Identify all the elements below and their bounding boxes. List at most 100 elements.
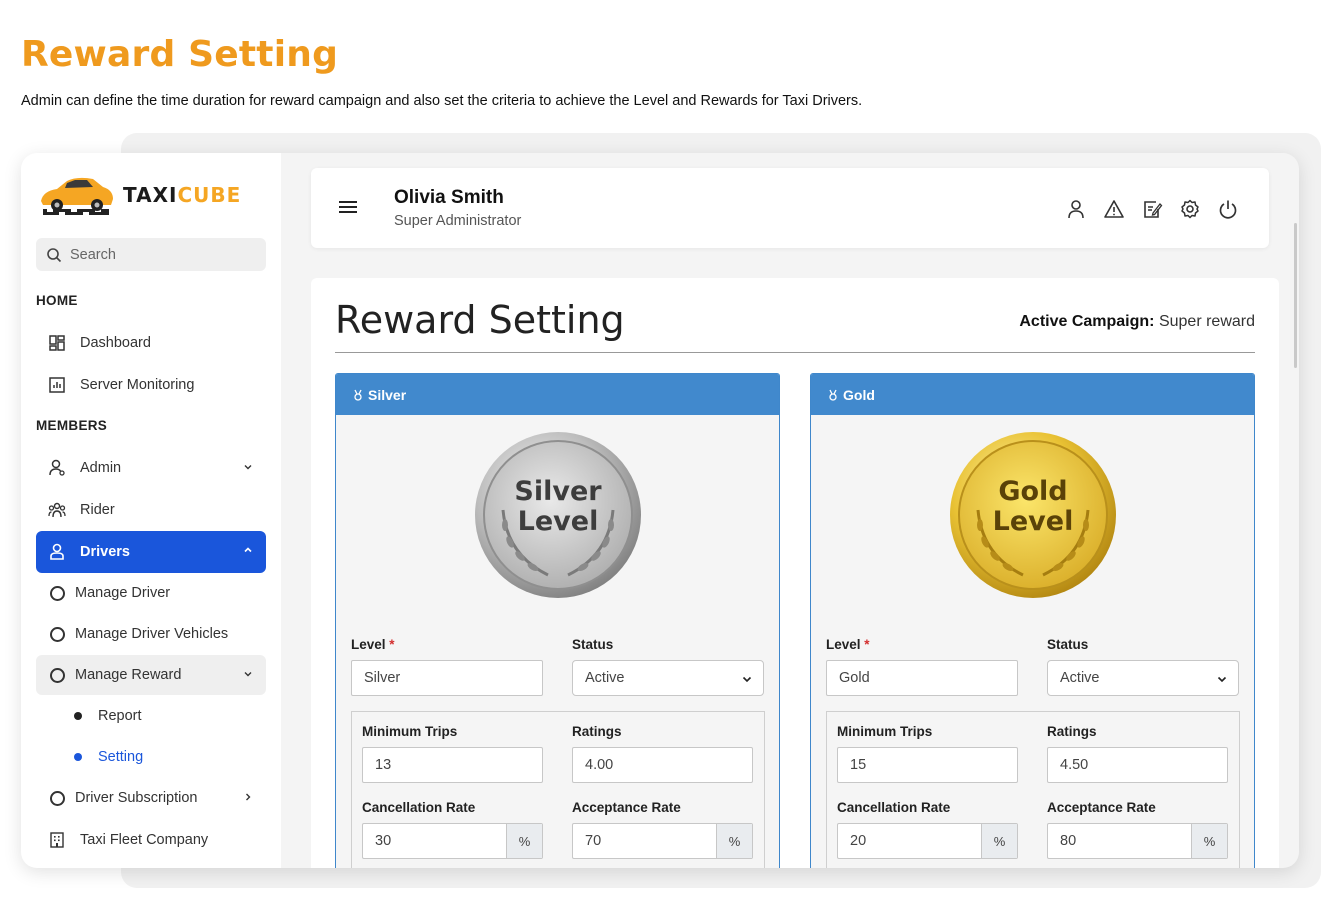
section-home: HOME: [36, 293, 78, 308]
menu-icon[interactable]: [339, 200, 357, 214]
level-label: Level *: [826, 637, 870, 652]
settings-icon[interactable]: [1179, 198, 1201, 220]
ratings-input[interactable]: 4.50: [1047, 747, 1228, 783]
status-select[interactable]: Active: [1047, 660, 1239, 696]
warning-icon[interactable]: [1103, 198, 1125, 220]
medal-text: Level: [518, 506, 599, 537]
sidebar-item-report[interactable]: Report: [36, 696, 266, 736]
divider: [335, 352, 1255, 353]
ratings-label: Ratings: [1047, 724, 1097, 739]
search-placeholder: Search: [70, 246, 116, 263]
sidebar-label: Manage Reward: [75, 667, 182, 683]
sidebar-label: Manage Driver Vehicles: [75, 626, 229, 642]
medal-text: Gold: [998, 476, 1067, 507]
active-campaign: Active Campaign: Super reward: [1019, 313, 1255, 330]
acceptance-rate-input[interactable]: 80%: [1047, 823, 1228, 859]
percent-addon: %: [716, 824, 752, 858]
sidebar-item-manage-driver[interactable]: Manage Driver: [36, 573, 266, 613]
chevron-down-icon: [244, 465, 252, 470]
criteria-box: Minimum Trips Ratings 15 4.50 Cancellati…: [826, 711, 1240, 868]
percent-addon: %: [506, 824, 542, 858]
sidebar-label: Taxi Fleet Company: [80, 832, 209, 848]
acceptance-rate-input[interactable]: 70%: [572, 823, 753, 859]
taxi-car-icon: [41, 177, 113, 215]
gold-medal-image: Gold Level: [950, 432, 1116, 598]
status-select[interactable]: Active: [572, 660, 764, 696]
panel-header: Gold: [811, 374, 1254, 415]
search-input[interactable]: Search: [36, 238, 266, 271]
search-icon: [47, 247, 62, 262]
level-input[interactable]: Gold: [826, 660, 1018, 696]
circle-icon: [50, 585, 65, 601]
status-label: Status: [572, 637, 614, 652]
silver-medal-image: Silver Level: [475, 432, 641, 598]
acceptance-rate-label: Acceptance Rate: [572, 800, 681, 815]
cancellation-rate-input[interactable]: 20%: [837, 823, 1018, 859]
chevron-down-icon: [244, 672, 252, 677]
chevron-down-icon: [1217, 676, 1227, 683]
sidebar-label: Server Monitoring: [80, 377, 195, 393]
user-icon[interactable]: [1065, 198, 1087, 220]
level-label: Level *: [351, 637, 395, 652]
scrollbar[interactable]: [1294, 223, 1297, 368]
cancellation-rate-label: Cancellation Rate: [837, 800, 951, 815]
ratings-input[interactable]: 4.00: [572, 747, 753, 783]
medal-text: Silver: [514, 476, 602, 507]
chart-icon: [49, 377, 65, 393]
chevron-up-icon: [244, 547, 252, 553]
sidebar-label: Driver Subscription: [75, 790, 198, 806]
sidebar-item-setting[interactable]: Setting: [36, 737, 266, 777]
silver-level-panel: Silver Silver Level Level * Status Silve…: [335, 373, 780, 868]
intro-subtitle: Admin can define the time duration for r…: [21, 93, 863, 109]
cancellation-rate-input[interactable]: 30%: [362, 823, 543, 859]
admin-user-icon: [49, 459, 65, 476]
sidebar-item-rider[interactable]: Rider: [36, 490, 266, 530]
sidebar-label: Dashboard: [80, 335, 151, 351]
min-trips-label: Minimum Trips: [837, 724, 933, 739]
chevron-right-icon: [246, 793, 251, 801]
medal-text: Level: [993, 506, 1074, 537]
panel-header: Silver: [336, 374, 779, 415]
sidebar-item-dashboard[interactable]: Dashboard: [36, 323, 266, 363]
criteria-box: Minimum Trips Ratings 13 4.00 Cancellati…: [351, 711, 765, 868]
acceptance-rate-label: Acceptance Rate: [1047, 800, 1156, 815]
circle-icon: [50, 790, 65, 806]
app-window: TAXICUBE Search HOME Dashboard Server Mo…: [21, 153, 1299, 868]
power-icon[interactable]: [1217, 198, 1239, 220]
sidebar: TAXICUBE Search HOME Dashboard Server Mo…: [21, 153, 281, 868]
sidebar-item-admin[interactable]: Admin: [36, 448, 266, 488]
gold-level-panel: Gold Gold Level Level * Status Gold Acti…: [810, 373, 1255, 868]
sidebar-label: Report: [98, 708, 142, 724]
sidebar-item-driver-subscription[interactable]: Driver Subscription: [36, 778, 266, 818]
chevron-down-icon: [742, 676, 752, 683]
percent-addon: %: [1191, 824, 1227, 858]
top-header: Olivia Smith Super Administrator: [311, 168, 1269, 248]
dashboard-icon: [49, 335, 65, 351]
brand-name: TAXICUBE: [123, 183, 242, 207]
percent-addon: %: [981, 824, 1017, 858]
sidebar-label: Rider: [80, 502, 115, 518]
medal-icon: [354, 389, 362, 401]
section-members: MEMBERS: [36, 418, 108, 433]
min-trips-input[interactable]: 13: [362, 747, 543, 783]
sidebar-item-manage-reward[interactable]: Manage Reward: [36, 655, 266, 695]
driver-icon: [50, 543, 64, 560]
group-icon: [48, 502, 66, 518]
brand-logo[interactable]: TAXICUBE: [37, 173, 241, 217]
sidebar-item-taxi-fleet-company[interactable]: Taxi Fleet Company: [36, 820, 266, 860]
min-trips-input[interactable]: 15: [837, 747, 1018, 783]
sidebar-item-drivers[interactable]: Drivers: [36, 531, 266, 573]
main-content: Reward Setting Active Campaign: Super re…: [311, 278, 1279, 868]
edit-note-icon[interactable]: [1141, 198, 1163, 220]
user-role: Super Administrator: [394, 213, 522, 229]
page-title: Reward Setting: [335, 298, 625, 342]
ratings-label: Ratings: [572, 724, 622, 739]
sidebar-label: Admin: [80, 460, 122, 476]
sidebar-item-server-monitoring[interactable]: Server Monitoring: [36, 365, 266, 405]
min-trips-label: Minimum Trips: [362, 724, 458, 739]
sidebar-label: Setting: [98, 749, 144, 765]
level-input[interactable]: Silver: [351, 660, 543, 696]
building-icon: [50, 832, 64, 848]
circle-icon: [50, 667, 65, 683]
sidebar-item-manage-driver-vehicles[interactable]: Manage Driver Vehicles: [36, 614, 266, 654]
